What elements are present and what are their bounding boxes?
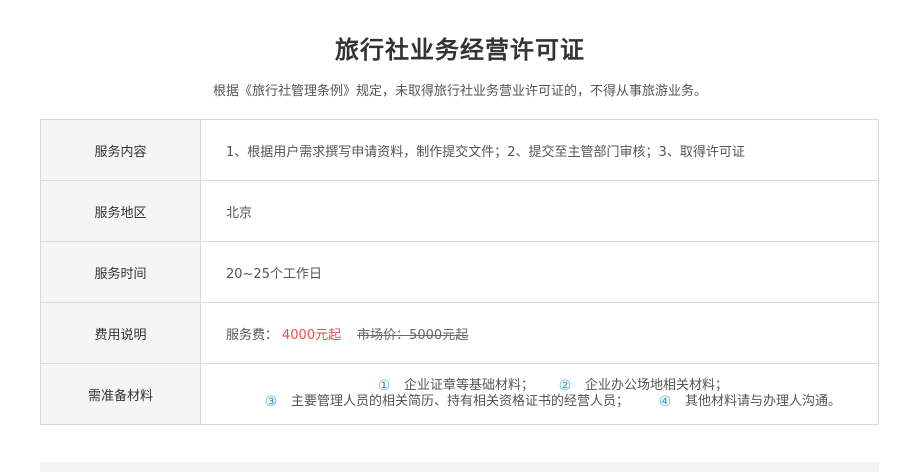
row-value-materials: ① 企业证章等基础材料； ② 企业办公场地相关材料； ③ 主要管理人员的相关简历… bbox=[201, 364, 878, 424]
service-fee-price: 4000元起 bbox=[282, 327, 342, 343]
circled-number-1: ① bbox=[377, 378, 391, 394]
material-item: ② 企业办公场地相关材料； bbox=[557, 378, 728, 394]
row-label-fee: 费用说明 bbox=[41, 303, 201, 363]
page-title: 旅行社业务经营许可证 bbox=[335, 36, 585, 64]
row-value-service-area: 北京 bbox=[226, 205, 253, 221]
table-row-service-time: 服务时间 20~25个工作日 bbox=[41, 242, 878, 303]
table-row-materials: 需准备材料 ① 企业证章等基础材料； ② 企业办公场地相关材料； ③ 主要管理人… bbox=[41, 364, 878, 425]
material-item: ④ 其他材料请与办理人沟通。 bbox=[657, 394, 841, 410]
market-price: 市场价：5000元起 bbox=[357, 327, 469, 343]
material-text: 企业办公场地相关材料； bbox=[585, 378, 729, 393]
material-text: 企业证章等基础材料； bbox=[403, 378, 534, 393]
row-value-service-time: 20~25个工作日 bbox=[226, 266, 322, 282]
circled-number-4: ④ bbox=[658, 394, 672, 410]
materials-line-1: ① 企业证章等基础材料； ② 企业办公场地相关材料； bbox=[376, 378, 728, 394]
circled-number-3: ③ bbox=[264, 394, 278, 410]
license-info-table: 服务内容 1、根据用户需求撰写申请资料，制作提交文件；2、提交至主管部门审核；3… bbox=[40, 119, 879, 425]
row-label-service-time: 服务时间 bbox=[41, 242, 201, 302]
row-label-materials: 需准备材料 bbox=[41, 364, 201, 424]
material-item: ① 企业证章等基础材料； bbox=[376, 378, 534, 394]
material-text: 其他材料请与办理人沟通。 bbox=[685, 394, 842, 409]
material-text: 主要管理人员的相关简历、持有相关资格证书的经营人员； bbox=[290, 394, 629, 409]
row-label-service-area: 服务地区 bbox=[41, 181, 201, 241]
table-row-service-content: 服务内容 1、根据用户需求撰写申请资料，制作提交文件；2、提交至主管部门审核；3… bbox=[41, 120, 878, 181]
circled-number-2: ② bbox=[558, 378, 572, 394]
material-item: ③ 主要管理人员的相关简历、持有相关资格证书的经营人员； bbox=[263, 394, 629, 410]
table-row-service-area: 服务地区 北京 bbox=[41, 181, 878, 242]
page-subtitle: 根据《旅行社管理条例》规定，未取得旅行社业务营业许可证的，不得从事旅游业务。 bbox=[212, 84, 707, 99]
row-value-fee: 服务费： 4000元起 市场价：5000元起 bbox=[201, 303, 878, 363]
table-row-fee: 费用说明 服务费： 4000元起 市场价：5000元起 bbox=[41, 303, 878, 364]
materials-line-2: ③ 主要管理人员的相关简历、持有相关资格证书的经营人员； ④ 其他材料请与办理人… bbox=[263, 394, 841, 410]
row-value-service-content: 1、根据用户需求撰写申请资料，制作提交文件；2、提交至主管部门审核；3、取得许可… bbox=[226, 144, 745, 160]
row-label-service-content: 服务内容 bbox=[41, 120, 201, 180]
service-fee-label: 服务费： bbox=[226, 327, 279, 343]
bottom-section-divider bbox=[40, 462, 879, 472]
